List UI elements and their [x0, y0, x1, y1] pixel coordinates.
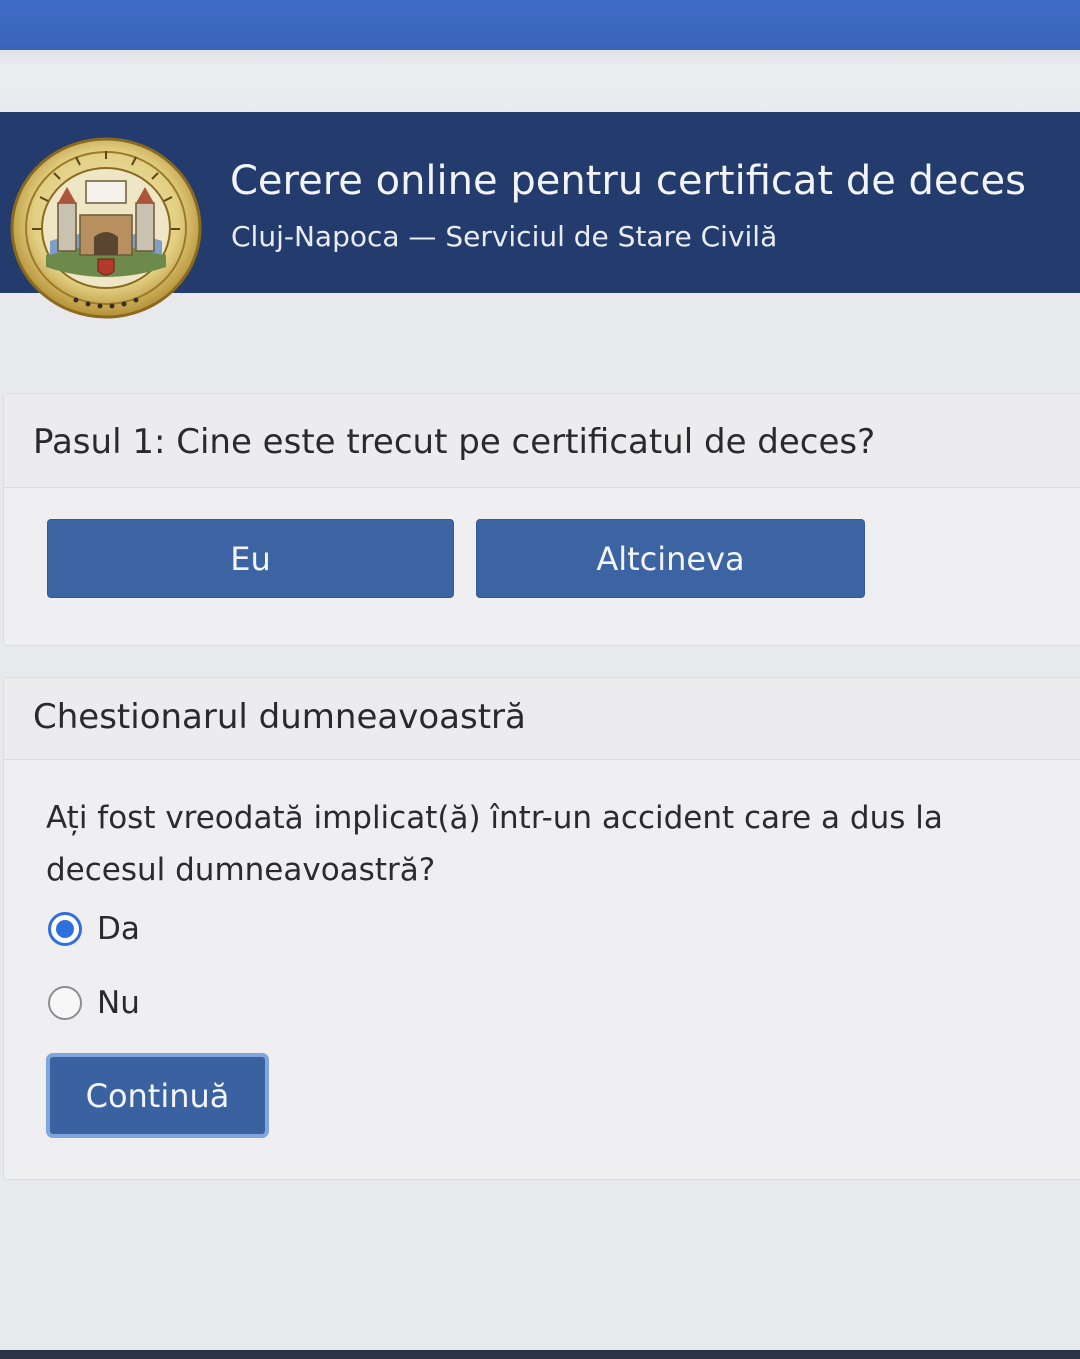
- questionnaire-title: Chestionarul dumneavoastră: [33, 697, 526, 737]
- browser-toolbar-area: [0, 50, 1080, 110]
- page-title: Cerere online pentru certificat de deces: [230, 158, 1026, 204]
- radio-da[interactable]: [48, 912, 82, 946]
- question-text: Ați fost vreodată implicat(ă) într-un ac…: [46, 800, 943, 888]
- browser-top-bar: [0, 0, 1080, 50]
- option-eu-button[interactable]: Eu: [47, 519, 454, 598]
- radio-label-da[interactable]: Da: [97, 911, 140, 947]
- page-subtitle: Cluj-Napoca — Serviciul de Stare Civilă: [231, 220, 778, 253]
- radio-nu[interactable]: [48, 986, 82, 1020]
- continue-button[interactable]: Continuă: [46, 1053, 269, 1138]
- step-title: Pasul 1: Cine este trecut pe certificatu…: [33, 422, 876, 462]
- option-altcineva-button[interactable]: Altcineva: [476, 519, 865, 598]
- radio-label-nu[interactable]: Nu: [97, 985, 140, 1021]
- city-seal-icon: [10, 137, 202, 319]
- bottom-edge-bar: [0, 1350, 1080, 1359]
